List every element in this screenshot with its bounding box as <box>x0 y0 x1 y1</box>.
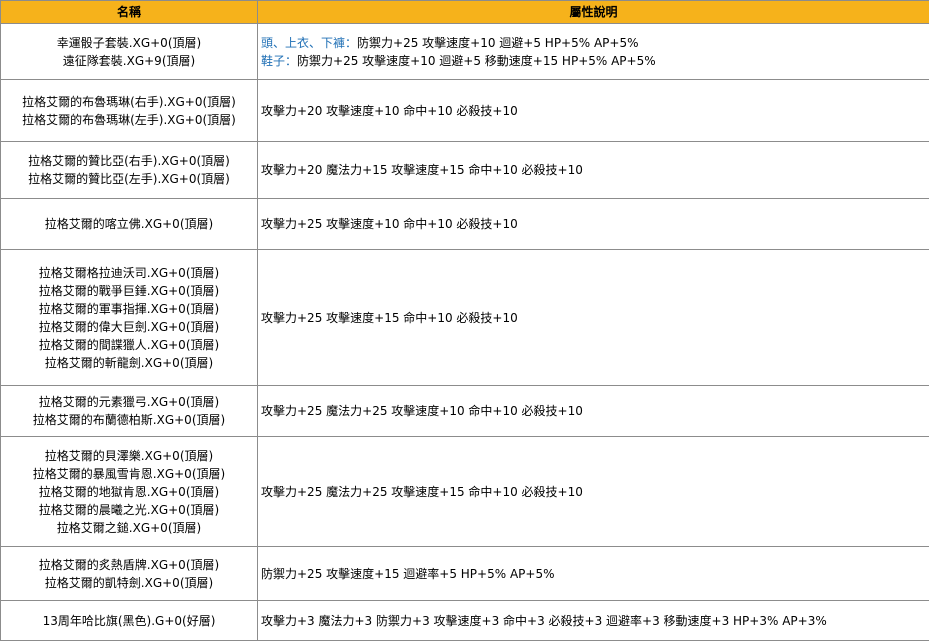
attribute-desc-cell: 頭、上衣、下褲：防禦力+25 攻擊速度+10 迴避+5 HP+5% AP+5%鞋… <box>258 24 929 80</box>
item-name-cell: 拉格艾爾的贊比亞(右手).XG+0(頂層)拉格艾爾的贊比亞(左手).XG+0(頂… <box>1 142 258 199</box>
item-name: 拉格艾爾的地獄肯恩.XG+0(頂層) <box>4 483 254 501</box>
attribute-desc-cell: 攻擊力+20 魔法力+15 攻擊速度+15 命中+10 必殺技+10 <box>258 142 929 199</box>
table-row: 拉格艾爾的布魯瑪琳(右手).XG+0(頂層)拉格艾爾的布魯瑪琳(左手).XG+0… <box>1 80 929 142</box>
table-row: 拉格艾爾的喀立佛.XG+0(頂層) 攻擊力+25 攻擊速度+10 命中+10 必殺… <box>1 199 929 250</box>
item-name-cell: 拉格艾爾的炙熱盾牌.XG+0(頂層)拉格艾爾的凱特劍.XG+0(頂層) <box>1 547 258 601</box>
attribute-line: 鞋子：防禦力+25 攻擊速度+10 迴避+5 移動速度+15 HP+5% AP+… <box>261 52 926 70</box>
item-name: 拉格艾爾的間諜獵人.XG+0(頂層) <box>4 336 254 354</box>
item-name: 拉格艾爾的布蘭德柏斯.XG+0(頂層) <box>4 411 254 429</box>
attribute-line: 防禦力+25 攻擊速度+15 迴避率+5 HP+5% AP+5% <box>261 565 926 583</box>
item-name: 拉格艾爾的凱特劍.XG+0(頂層) <box>4 574 254 592</box>
item-name-cell: 拉格艾爾的布魯瑪琳(右手).XG+0(頂層)拉格艾爾的布魯瑪琳(左手).XG+0… <box>1 80 258 142</box>
item-name: 拉格艾爾之鎚.XG+0(頂層) <box>4 519 254 537</box>
item-name-cell: 拉格艾爾的喀立佛.XG+0(頂層) <box>1 199 258 250</box>
attribute-table: 名稱 屬性說明 幸運骰子套裝.XG+0(頂層)遠征隊套裝.XG+9(頂層)頭、上… <box>0 0 929 641</box>
item-name: 拉格艾爾的斬龍劍.XG+0(頂層) <box>4 354 254 372</box>
attribute-text: 攻擊力+25 魔法力+25 攻擊速度+10 命中+10 必殺技+10 <box>261 404 583 418</box>
desc-column-header: 屬性說明 <box>258 1 929 24</box>
attribute-text: 攻擊力+20 魔法力+15 攻擊速度+15 命中+10 必殺技+10 <box>261 163 583 177</box>
attribute-line: 攻擊力+25 魔法力+25 攻擊速度+15 命中+10 必殺技+10 <box>261 483 926 501</box>
name-column-header: 名稱 <box>1 1 258 24</box>
item-name-cell: 拉格艾爾的貝澤樂.XG+0(頂層)拉格艾爾的暴風雪肯恩.XG+0(頂層)拉格艾爾… <box>1 437 258 547</box>
item-name: 拉格艾爾格拉迪沃司.XG+0(頂層) <box>4 264 254 282</box>
attribute-desc-cell: 攻擊力+25 攻擊速度+10 命中+10 必殺技+10 <box>258 199 929 250</box>
item-name: 拉格艾爾的軍事指揮.XG+0(頂層) <box>4 300 254 318</box>
table-row: 拉格艾爾的贊比亞(右手).XG+0(頂層)拉格艾爾的贊比亞(左手).XG+0(頂… <box>1 142 929 199</box>
attribute-text: 攻擊力+25 魔法力+25 攻擊速度+15 命中+10 必殺技+10 <box>261 485 583 499</box>
table-row: 幸運骰子套裝.XG+0(頂層)遠征隊套裝.XG+9(頂層)頭、上衣、下褲：防禦力… <box>1 24 929 80</box>
equipment-slot-label: 頭、上衣、下褲： <box>261 36 357 50</box>
attribute-text: 攻擊力+25 攻擊速度+10 命中+10 必殺技+10 <box>261 217 518 231</box>
header-row: 名稱 屬性說明 <box>1 1 929 24</box>
table-row: 拉格艾爾的炙熱盾牌.XG+0(頂層)拉格艾爾的凱特劍.XG+0(頂層)防禦力+2… <box>1 547 929 601</box>
item-name: 13周年哈比旗(黑色).G+0(好層) <box>4 612 254 630</box>
item-name: 拉格艾爾的布魯瑪琳(左手).XG+0(頂層) <box>4 111 254 129</box>
attribute-text: 攻擊力+3 魔法力+3 防禦力+3 攻擊速度+3 命中+3 必殺技+3 迴避率+… <box>261 614 827 628</box>
item-name-cell: 13周年哈比旗(黑色).G+0(好層) <box>1 601 258 641</box>
attribute-desc-cell: 攻擊力+25 魔法力+25 攻擊速度+15 命中+10 必殺技+10 <box>258 437 929 547</box>
attribute-text: 攻擊力+25 攻擊速度+15 命中+10 必殺技+10 <box>261 311 518 325</box>
item-name: 幸運骰子套裝.XG+0(頂層) <box>4 34 254 52</box>
attribute-line: 攻擊力+20 魔法力+15 攻擊速度+15 命中+10 必殺技+10 <box>261 161 926 179</box>
item-name-cell: 拉格艾爾的元素獵弓.XG+0(頂層)拉格艾爾的布蘭德柏斯.XG+0(頂層) <box>1 386 258 437</box>
item-name: 拉格艾爾的晨曦之光.XG+0(頂層) <box>4 501 254 519</box>
item-name: 拉格艾爾的贊比亞(左手).XG+0(頂層) <box>4 170 254 188</box>
item-name: 拉格艾爾的元素獵弓.XG+0(頂層) <box>4 393 254 411</box>
item-name: 拉格艾爾的偉大巨劍.XG+0(頂層) <box>4 318 254 336</box>
attribute-desc-cell: 攻擊力+25 攻擊速度+15 命中+10 必殺技+10 <box>258 250 929 386</box>
attribute-line: 頭、上衣、下褲：防禦力+25 攻擊速度+10 迴避+5 HP+5% AP+5% <box>261 34 926 52</box>
table-body: 幸運骰子套裝.XG+0(頂層)遠征隊套裝.XG+9(頂層)頭、上衣、下褲：防禦力… <box>1 24 929 641</box>
attribute-line: 攻擊力+25 攻擊速度+10 命中+10 必殺技+10 <box>261 215 926 233</box>
attribute-line: 攻擊力+25 魔法力+25 攻擊速度+10 命中+10 必殺技+10 <box>261 402 926 420</box>
attribute-desc-cell: 攻擊力+20 攻擊速度+10 命中+10 必殺技+10 <box>258 80 929 142</box>
item-name: 遠征隊套裝.XG+9(頂層) <box>4 52 254 70</box>
table-row: 拉格艾爾的貝澤樂.XG+0(頂層)拉格艾爾的暴風雪肯恩.XG+0(頂層)拉格艾爾… <box>1 437 929 547</box>
item-name-cell: 幸運骰子套裝.XG+0(頂層)遠征隊套裝.XG+9(頂層) <box>1 24 258 80</box>
table-row: 拉格艾爾格拉迪沃司.XG+0(頂層)拉格艾爾的戰爭巨錘.XG+0(頂層)拉格艾爾… <box>1 250 929 386</box>
item-name: 拉格艾爾的暴風雪肯恩.XG+0(頂層) <box>4 465 254 483</box>
attribute-text: 防禦力+25 攻擊速度+15 迴避率+5 HP+5% AP+5% <box>261 567 555 581</box>
attribute-text: 防禦力+25 攻擊速度+10 迴避+5 移動速度+15 HP+5% AP+5% <box>297 54 656 68</box>
item-name: 拉格艾爾的炙熱盾牌.XG+0(頂層) <box>4 556 254 574</box>
table-row: 拉格艾爾的元素獵弓.XG+0(頂層)拉格艾爾的布蘭德柏斯.XG+0(頂層)攻擊力… <box>1 386 929 437</box>
attribute-desc-cell: 防禦力+25 攻擊速度+15 迴避率+5 HP+5% AP+5% <box>258 547 929 601</box>
attribute-line: 攻擊力+3 魔法力+3 防禦力+3 攻擊速度+3 命中+3 必殺技+3 迴避率+… <box>261 612 926 630</box>
item-name-cell: 拉格艾爾格拉迪沃司.XG+0(頂層)拉格艾爾的戰爭巨錘.XG+0(頂層)拉格艾爾… <box>1 250 258 386</box>
item-name: 拉格艾爾的贊比亞(右手).XG+0(頂層) <box>4 152 254 170</box>
item-name: 拉格艾爾的布魯瑪琳(右手).XG+0(頂層) <box>4 93 254 111</box>
attribute-line: 攻擊力+20 攻擊速度+10 命中+10 必殺技+10 <box>261 102 926 120</box>
attribute-desc-cell: 攻擊力+25 魔法力+25 攻擊速度+10 命中+10 必殺技+10 <box>258 386 929 437</box>
attribute-line: 攻擊力+25 攻擊速度+15 命中+10 必殺技+10 <box>261 309 926 327</box>
item-name: 拉格艾爾的喀立佛.XG+0(頂層) <box>4 215 254 233</box>
attribute-text: 攻擊力+20 攻擊速度+10 命中+10 必殺技+10 <box>261 104 518 118</box>
table-row: 13周年哈比旗(黑色).G+0(好層) 攻擊力+3 魔法力+3 防禦力+3 攻擊速… <box>1 601 929 641</box>
equipment-slot-label: 鞋子： <box>261 54 297 68</box>
attribute-desc-cell: 攻擊力+3 魔法力+3 防禦力+3 攻擊速度+3 命中+3 必殺技+3 迴避率+… <box>258 601 929 641</box>
item-name: 拉格艾爾的戰爭巨錘.XG+0(頂層) <box>4 282 254 300</box>
attribute-text: 防禦力+25 攻擊速度+10 迴避+5 HP+5% AP+5% <box>357 36 639 50</box>
item-name: 拉格艾爾的貝澤樂.XG+0(頂層) <box>4 447 254 465</box>
